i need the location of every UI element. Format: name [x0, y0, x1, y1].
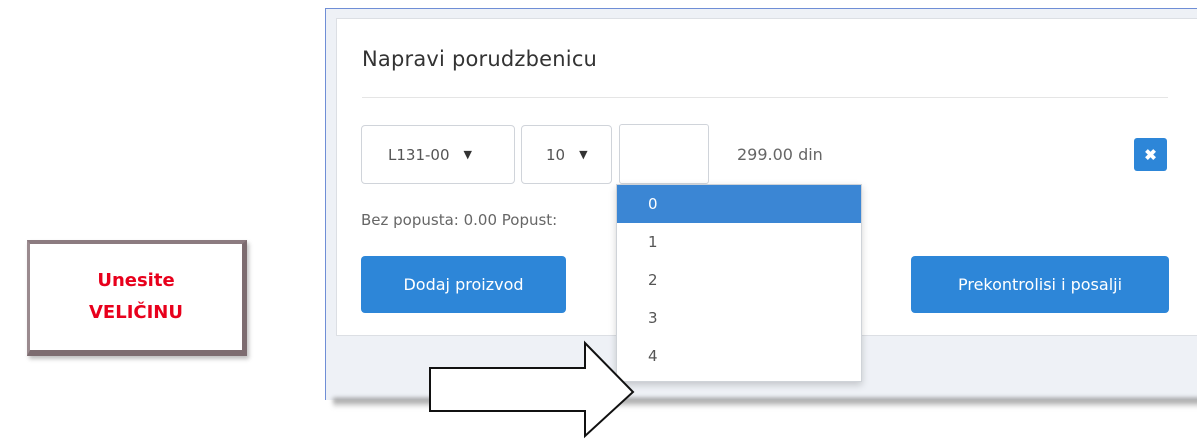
- dropdown-option[interactable]: 4: [617, 337, 861, 375]
- product-select[interactable]: L131-00 ▼: [361, 125, 515, 184]
- instruction-callout: Unesite VELIČINU: [27, 240, 247, 356]
- size-select-value: 10: [546, 145, 566, 164]
- quantity-input[interactable]: [619, 124, 709, 184]
- product-select-value: L131-00: [388, 145, 450, 164]
- dropdown-option[interactable]: 0: [617, 185, 861, 223]
- discount-summary: Bez popusta: 0.00 Popust:: [361, 211, 558, 229]
- add-product-button[interactable]: Dodaj proizvod: [361, 256, 566, 313]
- remove-item-button[interactable]: ✖: [1134, 138, 1167, 171]
- review-and-send-button[interactable]: Prekontrolisi i posalji: [911, 256, 1169, 313]
- panel-title: Napravi porudzbenicu: [362, 47, 598, 71]
- caret-down-icon: ▼: [579, 148, 588, 161]
- caret-down-icon: ▼: [463, 148, 472, 161]
- arrow-right-icon: [429, 340, 635, 439]
- size-select[interactable]: 10 ▼: [521, 125, 612, 184]
- dropdown-option[interactable]: 2: [617, 261, 861, 299]
- callout-line-1: Unesite: [97, 270, 175, 291]
- close-icon: ✖: [1144, 146, 1157, 164]
- dropdown-option[interactable]: 1: [617, 223, 861, 261]
- price-label: 299.00 din: [737, 145, 823, 164]
- callout-line-2: VELIČINU: [89, 302, 183, 323]
- quantity-dropdown: 0 1 2 3 4: [616, 184, 862, 382]
- divider: [362, 97, 1168, 98]
- dropdown-option[interactable]: 3: [617, 299, 861, 337]
